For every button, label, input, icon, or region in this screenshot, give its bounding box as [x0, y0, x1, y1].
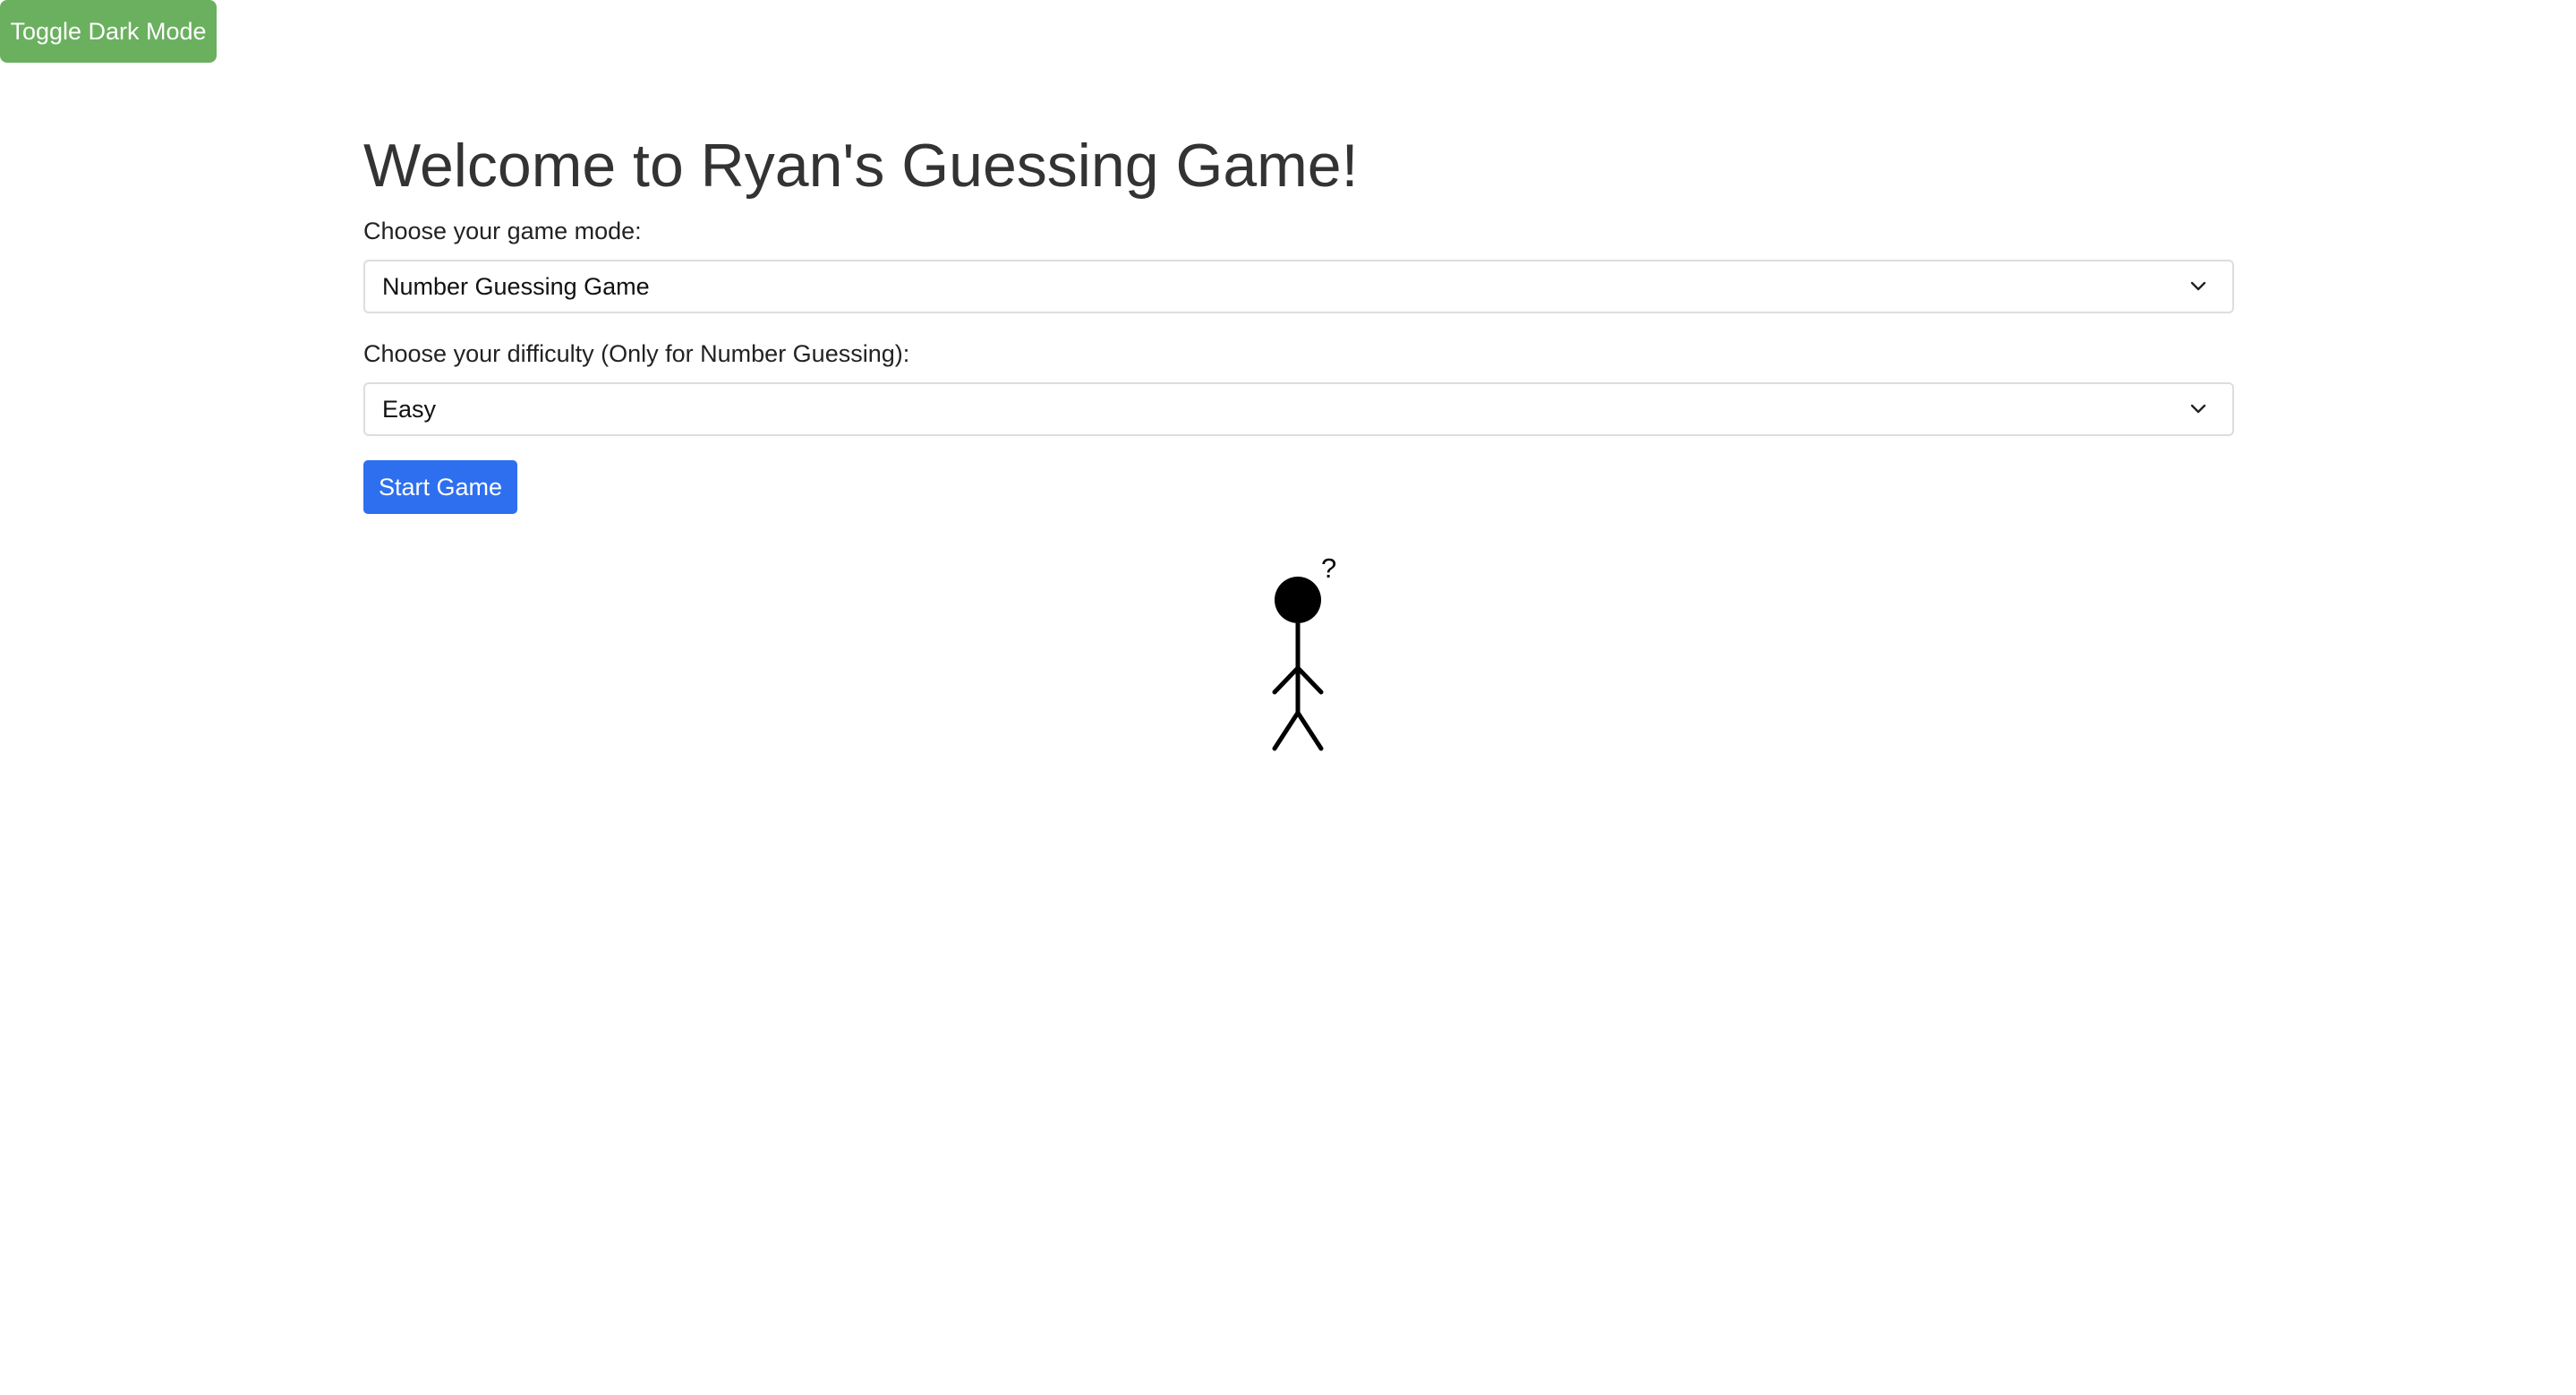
question-mark: ? — [1321, 555, 1336, 584]
page-title: Welcome to Ryan's Guessing Game! — [363, 132, 1359, 200]
game-mode-selected-value: Number Guessing Game — [382, 273, 650, 300]
chevron-down-icon — [2190, 404, 2206, 414]
toggle-dark-mode-button[interactable]: Toggle Dark Mode — [0, 0, 217, 63]
stick-figure-right-leg — [1295, 710, 1324, 751]
stick-figure-left-arm — [1272, 665, 1301, 695]
game-mode-select[interactable]: Number Guessing Game — [363, 260, 2234, 313]
stick-figure-icon: ? — [1272, 555, 1336, 751]
difficulty-select[interactable]: Easy — [363, 382, 2234, 436]
difficulty-selected-value: Easy — [382, 396, 437, 423]
stick-figure-left-leg — [1272, 710, 1301, 751]
stick-figure-head — [1275, 577, 1321, 623]
stick-figure-right-arm — [1295, 665, 1324, 695]
start-game-button[interactable]: Start Game — [363, 460, 517, 514]
difficulty-label: Choose your difficulty (Only for Number … — [363, 340, 910, 367]
game-mode-label: Choose your game mode: — [363, 218, 642, 244]
chevron-down-icon — [2190, 281, 2206, 291]
